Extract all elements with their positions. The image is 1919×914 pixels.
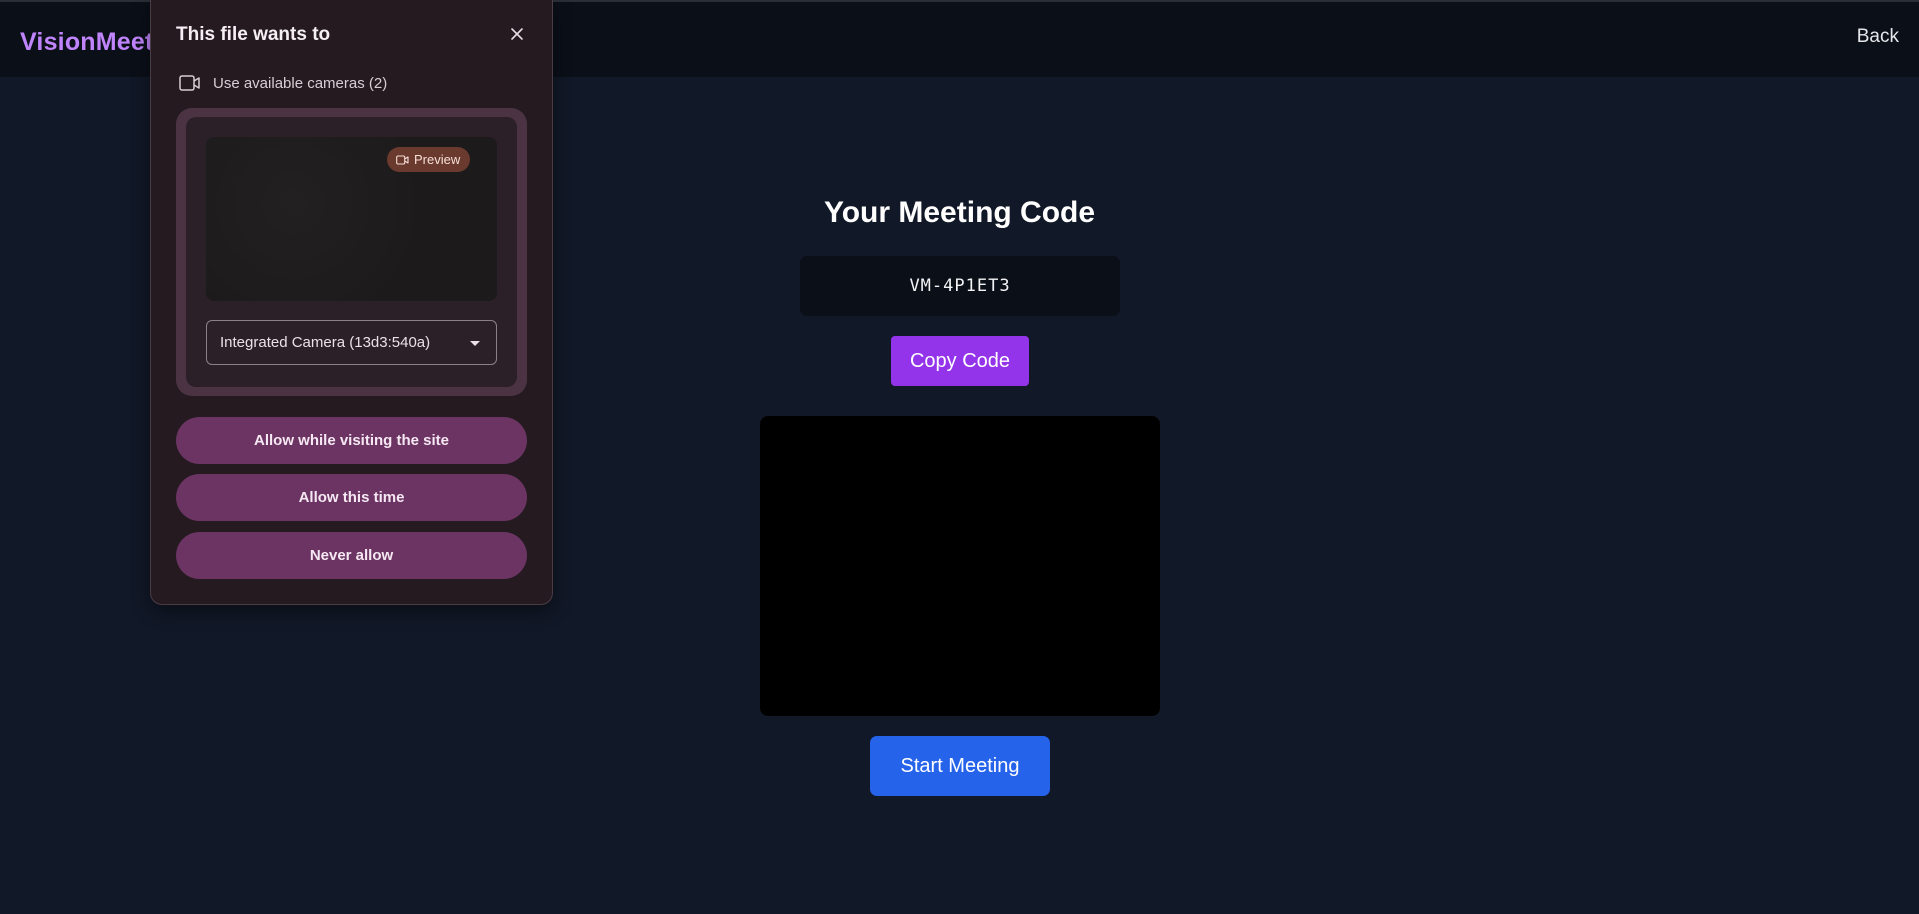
camera-select-value: Integrated Camera (13d3:540a) (220, 334, 431, 351)
video-preview (760, 416, 1160, 716)
permission-label: Use available cameras (2) (213, 74, 388, 92)
allow-while-visiting-button[interactable]: Allow while visiting the site (176, 417, 527, 464)
camera-preview-card: Preview Integrated Camera (13d3:540a) (186, 117, 517, 387)
close-button[interactable] (505, 22, 529, 46)
preview-badge-label: Preview (414, 152, 461, 167)
camera-permission-popup: This file wants to Use available cameras… (150, 0, 553, 605)
camera-preview-panel: Preview Integrated Camera (13d3:540a) (176, 108, 527, 396)
permission-row: Use available cameras (2) (179, 74, 387, 92)
popup-title: This file wants to (176, 24, 331, 45)
start-meeting-button[interactable]: Start Meeting (870, 736, 1050, 796)
back-link[interactable]: Back (1857, 26, 1899, 48)
meeting-code: VM-4P1ET3 (909, 276, 1011, 296)
close-icon (511, 28, 523, 40)
meeting-code-box: VM-4P1ET3 (800, 256, 1120, 316)
brand-logo[interactable]: VisionMeet (20, 28, 154, 57)
camera-select[interactable]: Integrated Camera (13d3:540a) (206, 320, 497, 365)
app-window: VisionMeet Back Your Meeting Code VM-4P1… (0, 0, 1919, 914)
allow-this-time-button[interactable]: Allow this time (176, 474, 527, 521)
never-allow-button[interactable]: Never allow (176, 532, 527, 579)
video-camera-icon (396, 154, 409, 165)
copy-code-button[interactable]: Copy Code (891, 336, 1029, 386)
video-camera-icon (179, 75, 200, 91)
preview-badge: Preview (387, 147, 471, 172)
caret-down-icon (470, 341, 480, 346)
